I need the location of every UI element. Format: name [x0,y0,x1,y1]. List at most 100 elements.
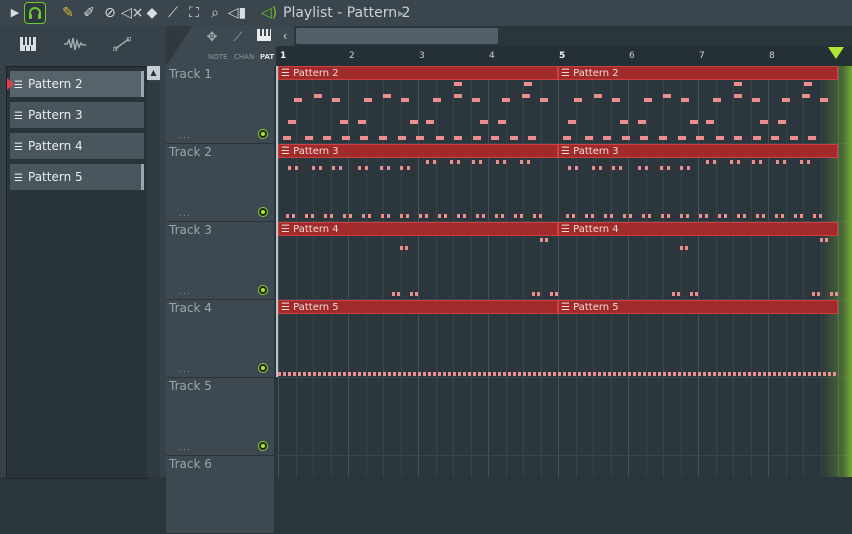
pattern-item[interactable]: ☰ Pattern 2 [7,71,144,97]
piano-icon[interactable] [16,36,40,56]
track-options[interactable]: ... [179,131,191,141]
note-preview [642,214,645,218]
note-preview [825,238,828,242]
track-enable-icon[interactable] [258,207,268,217]
note-mode-label[interactable]: NOTE [208,53,227,61]
pattern-clip[interactable]: ☰ Pattern 4 [558,222,838,236]
note-preview [323,136,331,140]
note-preview [454,94,462,98]
timeline-ruler[interactable]: 1 2 3 4 5 6 7 8 [276,46,852,66]
track-options[interactable]: ... [179,443,191,453]
note-preview [781,214,784,218]
note-preview [619,166,622,170]
pattern-clip[interactable]: ☰ Pattern 4 [278,222,558,236]
mute-icon[interactable]: ◁× [121,3,144,23]
note-preview [813,372,816,376]
track-header[interactable]: Track 3 ... [166,222,274,300]
pattern-clip[interactable]: ☰ Pattern 2 [278,66,558,80]
bar-number: 7 [699,51,705,61]
note-preview [405,246,408,250]
scrollbar-thumb[interactable] [296,28,498,44]
pattern-icon: ☰ [14,173,23,184]
note-preview [793,372,796,376]
note-mode-icon[interactable]: ✥ [202,29,222,47]
note-preview [368,214,371,218]
delete-icon[interactable]: ⊘ [101,3,119,23]
track-header[interactable]: Track 6 [166,456,274,534]
pattern-clip[interactable]: ☰ Pattern 3 [278,144,558,158]
note-preview [553,372,556,376]
scroll-left-icon[interactable]: ‹ [276,26,294,46]
note-preview [532,292,535,296]
note-preview [328,372,331,376]
note-preview [433,98,441,102]
track-enable-icon[interactable] [258,441,268,451]
note-preview [387,166,390,170]
note-preview [319,166,322,170]
slice-icon[interactable]: ⟋ [164,3,182,23]
note-preview [648,372,651,376]
song-end-marker[interactable] [828,47,844,59]
note-preview [457,160,460,164]
chevron-right-icon[interactable]: ▸ [398,3,404,23]
note-preview [568,120,576,124]
pattern-clip[interactable]: ☰ Pattern 3 [558,144,838,158]
track-header[interactable]: Track 2 ... [166,144,274,222]
pattern-item[interactable]: ☰ Pattern 4 [10,133,144,159]
note-preview [678,136,686,140]
track-options[interactable]: ... [179,365,191,375]
track-lane[interactable] [276,378,852,456]
zoom-icon[interactable]: ⌕ [206,3,224,23]
chan-mode-label[interactable]: CHAN [234,53,254,61]
note-preview [713,160,716,164]
track-header[interactable]: Track 1 ... [166,66,274,144]
scroll-up-button[interactable]: ▲ [147,66,160,80]
waveform-icon[interactable] [62,36,88,56]
track-enable-icon[interactable] [258,129,268,139]
note-preview [690,120,698,124]
note-preview [603,136,611,140]
note-preview [360,136,368,140]
pencil-icon[interactable]: ✎ [59,3,77,23]
note-preview [734,94,742,98]
play-arrow-icon[interactable]: ▶ [8,3,22,23]
note-preview [585,214,588,218]
note-preview [413,372,416,376]
pattern-item[interactable]: ☰ Pattern 5 [10,164,144,190]
track-options[interactable]: ... [179,209,191,219]
playback-icon[interactable]: ◁▮ [227,3,247,23]
note-preview [804,82,812,86]
note-preview [610,214,613,218]
chan-mode-icon[interactable]: ⟋ [228,29,248,47]
pattern-clip[interactable]: ☰ Pattern 5 [558,300,838,314]
pattern-clip[interactable]: ☰ Pattern 2 [558,66,838,80]
note-preview [643,372,646,376]
track-header[interactable]: Track 4 ... [166,300,274,378]
speaker-icon[interactable]: ◁) [260,3,278,23]
track-enable-icon[interactable] [258,363,268,373]
headphones-icon[interactable] [24,2,46,24]
pattern-clip[interactable]: ☰ Pattern 5 [278,300,558,314]
note-preview [773,372,776,376]
paint-brush-icon[interactable]: ✐ [80,3,98,23]
pattern-item[interactable]: ☰ Pattern 3 [10,102,144,128]
pat-mode-icon[interactable] [254,29,274,47]
horizontal-scrollbar[interactable]: ‹ [276,26,852,46]
slip-icon[interactable]: ◆ [143,3,161,23]
track-name: Track 4 [169,301,212,315]
automation-icon[interactable] [110,36,134,56]
note-preview [444,214,447,218]
note-preview [524,82,532,86]
select-icon[interactable]: ⛶ [185,3,203,23]
note-preview [660,166,663,170]
pat-mode-label[interactable]: PAT [260,53,274,61]
note-preview [332,166,335,170]
note-preview [677,292,680,296]
track-header[interactable]: Track 5 ... [166,378,274,456]
playlist-grid[interactable]: ☰ Pattern 2 ☰ Pattern 2 ☰ Pattern 3 ☰ Pa… [276,66,852,477]
track-enable-icon[interactable] [258,285,268,295]
note-preview [539,214,542,218]
note-preview [583,372,586,376]
pattern-scrollbar[interactable] [147,82,160,477]
track-options[interactable]: ... [179,287,191,297]
